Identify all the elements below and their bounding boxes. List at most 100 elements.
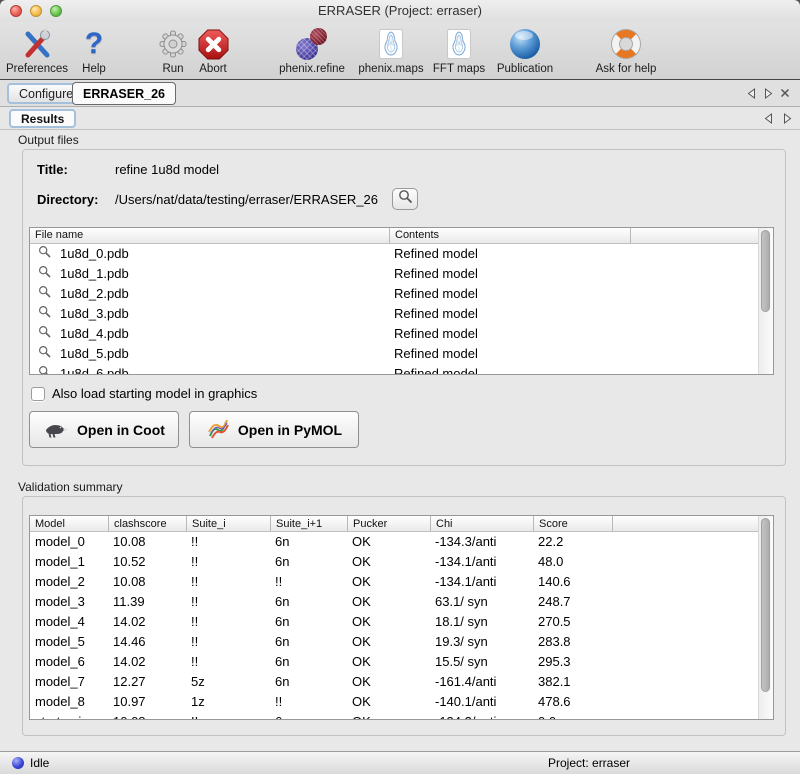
column-header[interactable]: Model: [30, 516, 108, 531]
validation-table-scrollbar[interactable]: [758, 516, 773, 719]
validation-table-header[interactable]: ModelclashscoreSuite_iSuite_i+1PuckerChi…: [30, 516, 773, 532]
file-name: 1u8d_6.pdb: [55, 364, 129, 375]
validation-row[interactable]: model_414.02!!6nOK18.1/ syn270.5: [30, 612, 773, 632]
toolbar-label: Run: [152, 62, 194, 76]
validation-cell: !!: [186, 632, 270, 652]
file-contents: Refined model: [389, 264, 630, 284]
validation-cell: -134.3/anti: [430, 532, 533, 552]
validation-cell: 63.1/ syn: [430, 592, 533, 612]
life-ring-icon: [588, 26, 664, 62]
column-header[interactable]: File name: [30, 228, 389, 243]
file-row[interactable]: 1u8d_0.pdbRefined model: [30, 244, 773, 264]
run-button[interactable]: Run: [152, 26, 194, 78]
file-row[interactable]: 1u8d_1.pdbRefined model: [30, 264, 773, 284]
validation-row[interactable]: start_min10.08!!6nOK-134.3/anti0.0: [30, 712, 773, 720]
density-map-icon: [352, 26, 430, 62]
file-row[interactable]: 1u8d_6.pdbRefined model: [30, 364, 773, 375]
scrollbar-thumb[interactable]: [761, 518, 770, 692]
column-header[interactable]: Suite_i: [186, 516, 270, 531]
validation-table-body: model_010.08!!6nOK-134.3/anti22.2model_1…: [30, 532, 773, 720]
file-row[interactable]: 1u8d_2.pdbRefined model: [30, 284, 773, 304]
file-table-scrollbar[interactable]: [758, 228, 773, 374]
fft-maps-button[interactable]: FFT maps: [430, 26, 488, 78]
column-header[interactable]: Contents: [389, 228, 630, 243]
abort-button[interactable]: Abort: [191, 26, 235, 78]
subtab-scroll-right-icon[interactable]: [783, 107, 792, 129]
validation-row[interactable]: model_514.46!!6nOK19.3/ syn283.8: [30, 632, 773, 652]
refine-spheres-icon: [270, 26, 354, 62]
file-row[interactable]: 1u8d_5.pdbRefined model: [30, 344, 773, 364]
validation-cell: 14.02: [108, 652, 186, 672]
magnifier-icon: [398, 189, 413, 209]
validation-row[interactable]: model_810.971z!!OK-140.1/anti478.6: [30, 692, 773, 712]
browse-directory-button[interactable]: [392, 188, 418, 210]
publication-button[interactable]: Publication: [489, 26, 561, 78]
file-table-header[interactable]: File nameContents: [30, 228, 773, 244]
window-title: ERRASER (Project: erraser): [0, 3, 800, 18]
titlebar: ERRASER (Project: erraser): [0, 0, 800, 22]
output-files-section-label: Output files: [18, 133, 79, 147]
validation-row[interactable]: model_010.08!!6nOK-134.3/anti22.2: [30, 532, 773, 552]
directory-value: /Users/nat/data/testing/erraser/ERRASER_…: [115, 192, 378, 207]
column-header[interactable]: Pucker: [347, 516, 430, 531]
validation-cell: model_7: [30, 672, 108, 692]
file-name: 1u8d_0.pdb: [55, 244, 129, 264]
validation-cell: 12.27: [108, 672, 186, 692]
column-header[interactable]: [630, 228, 773, 243]
ask-for-help-button[interactable]: Ask for help: [588, 26, 664, 78]
validation-cell: !!: [186, 712, 270, 720]
file-table-body: 1u8d_0.pdbRefined model1u8d_1.pdbRefined…: [30, 244, 773, 375]
tab-erraser-26[interactable]: ERRASER_26: [72, 82, 176, 105]
toolbar-label: FFT maps: [430, 62, 488, 76]
open-in-coot-button[interactable]: Open in Coot: [29, 411, 179, 448]
phenix-refine-button[interactable]: phenix.refine: [270, 26, 354, 78]
validation-cell: 6n: [270, 652, 347, 672]
tab-scroll-left-icon[interactable]: [747, 80, 756, 106]
validation-row[interactable]: model_110.52!!6nOK-134.1/anti48.0: [30, 552, 773, 572]
file-name: 1u8d_5.pdb: [55, 344, 129, 364]
phenix-maps-button[interactable]: phenix.maps: [352, 26, 430, 78]
file-row[interactable]: 1u8d_3.pdbRefined model: [30, 304, 773, 324]
validation-row[interactable]: model_311.39!!6nOK63.1/ syn248.7: [30, 592, 773, 612]
tab-scroll-right-icon[interactable]: [764, 80, 773, 106]
column-header[interactable]: Suite_i+1: [270, 516, 347, 531]
scrollbar-thumb[interactable]: [761, 230, 770, 312]
toolbar: Preferences ? Help Run: [0, 22, 800, 80]
column-header[interactable]: [612, 516, 773, 531]
question-mark-icon: ?: [74, 26, 114, 62]
validation-cell: model_0: [30, 532, 108, 552]
preferences-button[interactable]: Preferences: [2, 26, 72, 78]
validation-cell: !!: [186, 652, 270, 672]
validation-cell: !!: [186, 592, 270, 612]
column-header[interactable]: clashscore: [108, 516, 186, 531]
validation-cell: 14.46: [108, 632, 186, 652]
validation-cell: 6n: [270, 592, 347, 612]
checkbox-label: Also load starting model in graphics: [52, 386, 257, 401]
tab-results[interactable]: Results: [9, 109, 76, 128]
validation-row[interactable]: model_210.08!!!!OK-134.1/anti140.6: [30, 572, 773, 592]
open-in-pymol-button[interactable]: Open in PyMOL: [189, 411, 359, 448]
validation-cell: !!: [270, 692, 347, 712]
validation-cell: 248.7: [533, 592, 612, 612]
tools-icon: [2, 26, 72, 62]
column-header[interactable]: Score: [533, 516, 612, 531]
help-button[interactable]: ? Help: [74, 26, 114, 78]
button-label: Open in PyMOL: [238, 422, 342, 438]
status-indicator-icon: [12, 757, 24, 769]
validation-cell: OK: [347, 672, 430, 692]
validation-cell: start_min: [30, 712, 108, 720]
file-row[interactable]: 1u8d_4.pdbRefined model: [30, 324, 773, 344]
load-starting-model-checkbox[interactable]: [31, 387, 45, 401]
validation-cell: 10.08: [108, 712, 186, 720]
subtab-scroll-left-icon[interactable]: [764, 107, 773, 129]
validation-row[interactable]: model_712.275z6nOK-161.4/anti382.1: [30, 672, 773, 692]
tab-close-icon[interactable]: [780, 80, 790, 106]
magnifier-icon: [33, 364, 51, 375]
validation-cell: model_1: [30, 552, 108, 572]
validation-cell: -134.1/anti: [430, 552, 533, 572]
validation-cell: OK: [347, 712, 430, 720]
validation-cell: 10.08: [108, 572, 186, 592]
column-header[interactable]: Chi: [430, 516, 533, 531]
validation-cell: 6n: [270, 552, 347, 572]
validation-row[interactable]: model_614.02!!6nOK15.5/ syn295.3: [30, 652, 773, 672]
